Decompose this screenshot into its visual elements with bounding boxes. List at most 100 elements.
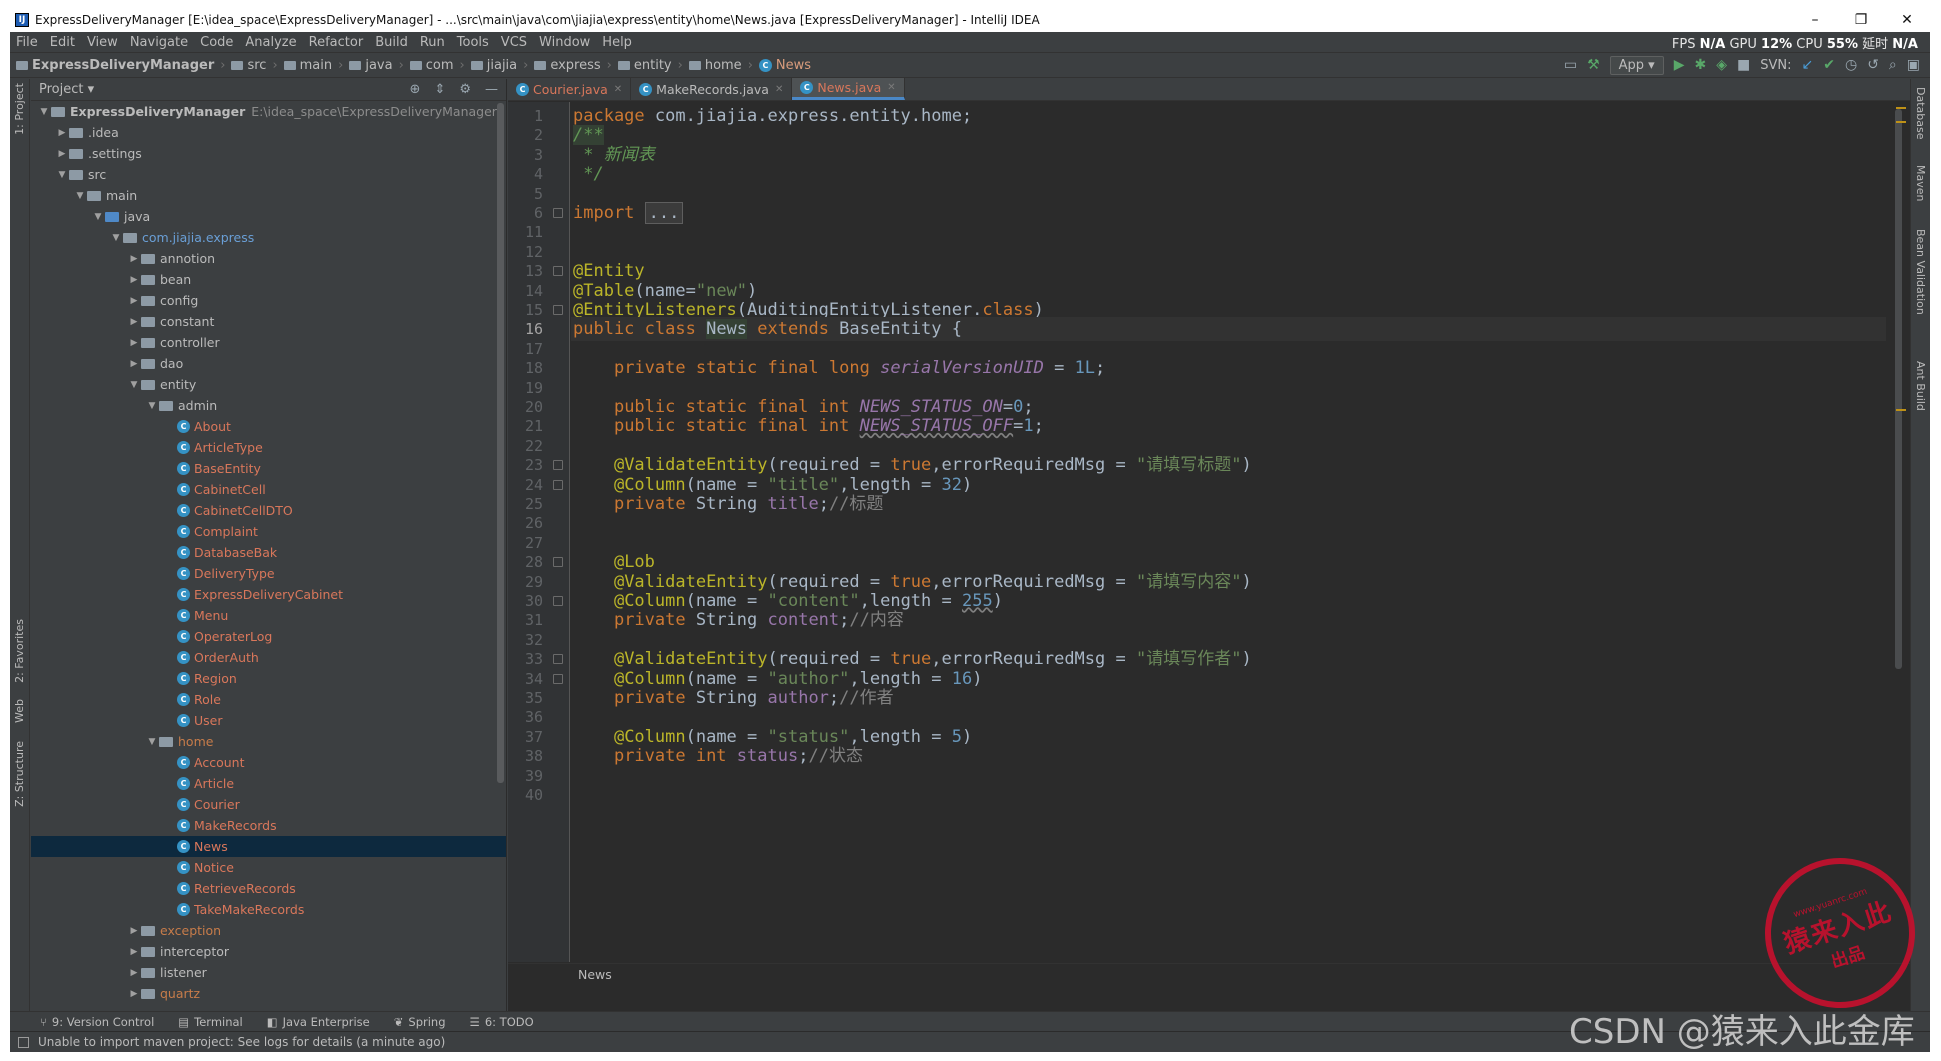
tree-folder-admin[interactable]: ▼ admin bbox=[31, 395, 506, 416]
expand-down-icon[interactable]: ▼ bbox=[127, 380, 141, 390]
tree-class-cabinetcelldto[interactable]: C CabinetCellDTO bbox=[31, 500, 506, 521]
tool-version-control[interactable]: ⑂ 9: Version Control bbox=[40, 1015, 154, 1029]
warning-marker[interactable] bbox=[1896, 409, 1906, 411]
tree-class-cabinetcell[interactable]: C CabinetCell bbox=[31, 479, 506, 500]
breadcrumb-com[interactable]: com › bbox=[409, 58, 465, 73]
menu-edit[interactable]: Edit bbox=[50, 35, 75, 50]
code-view[interactable]: package com.jiajia.express.entity.home; /… bbox=[571, 102, 1886, 962]
breadcrumb-entity[interactable]: entity › bbox=[617, 58, 683, 73]
project-scrollbar[interactable] bbox=[497, 103, 504, 783]
menu-view[interactable]: View bbox=[87, 35, 118, 50]
tree-folder-listener[interactable]: ▶ listener bbox=[31, 962, 506, 983]
tree-class-region[interactable]: C Region bbox=[31, 668, 506, 689]
tool-ant-build[interactable]: Ant Build bbox=[1914, 361, 1927, 411]
fold-marker-icon[interactable] bbox=[553, 460, 563, 471]
tab-courier[interactable]: C Courier.java ✕ bbox=[508, 78, 632, 100]
tree-folder-expressdeliverymanager[interactable]: ▼ ExpressDeliveryManager E:\idea_space\Exp… bbox=[31, 101, 506, 122]
tree-class-retrieverecords[interactable]: C RetrieveRecords bbox=[31, 878, 506, 899]
warning-marker[interactable] bbox=[1896, 121, 1906, 123]
tree-folder--settings[interactable]: ▶ .settings bbox=[31, 143, 506, 164]
tree-folder-quartz[interactable]: ▶ quartz bbox=[31, 983, 506, 1004]
code-line[interactable] bbox=[571, 783, 1886, 807]
expand-right-icon[interactable]: ▶ bbox=[127, 968, 141, 978]
tree-class-article[interactable]: C Article bbox=[31, 773, 506, 794]
fold-marker-icon[interactable] bbox=[553, 673, 563, 684]
fold-marker-icon[interactable] bbox=[553, 557, 563, 568]
maximize-button[interactable]: ❐ bbox=[1838, 8, 1884, 32]
tree-class-expressdeliverycabinet[interactable]: C ExpressDeliveryCabinet bbox=[31, 584, 506, 605]
svn-commit-icon[interactable]: ✔ bbox=[1823, 57, 1835, 73]
tree-class-account[interactable]: C Account bbox=[31, 752, 506, 773]
svn-update-icon[interactable]: ↙ bbox=[1802, 57, 1814, 73]
menu-help[interactable]: Help bbox=[602, 35, 632, 50]
expand-right-icon[interactable]: ▶ bbox=[55, 149, 69, 159]
editor-scrollbar[interactable] bbox=[1895, 109, 1902, 669]
tab-makerecords[interactable]: C MakeRecords.java ✕ bbox=[631, 78, 793, 100]
fold-marker-icon[interactable] bbox=[553, 654, 563, 665]
tab-news[interactable]: C News.java ✕ bbox=[792, 78, 905, 100]
tool-bean-validation[interactable]: Bean Validation bbox=[1914, 229, 1927, 315]
tree-class-menu[interactable]: C Menu bbox=[31, 605, 506, 626]
tool-todo[interactable]: ☰ 6: TODO bbox=[470, 1015, 534, 1029]
expand-right-icon[interactable]: ▶ bbox=[127, 275, 141, 285]
tree-folder-constant[interactable]: ▶ constant bbox=[31, 311, 506, 332]
toggle-panels-icon[interactable] bbox=[18, 1036, 29, 1048]
menu-navigate[interactable]: Navigate bbox=[130, 35, 188, 50]
breadcrumb-jiajia[interactable]: jiajia › bbox=[470, 58, 528, 73]
menu-window[interactable]: Window bbox=[539, 35, 590, 50]
tree-class-takemakerecords[interactable]: C TakeMakeRecords bbox=[31, 899, 506, 920]
tree-class-baseentity[interactable]: C BaseEntity bbox=[31, 458, 506, 479]
debug-icon[interactable]: ✱ bbox=[1695, 57, 1707, 73]
build-hammer-icon[interactable]: ⚒ bbox=[1587, 57, 1600, 73]
tree-class-articletype[interactable]: C ArticleType bbox=[31, 437, 506, 458]
tree-class-notice[interactable]: C Notice bbox=[31, 857, 506, 878]
tree-folder-src[interactable]: ▼ src bbox=[31, 164, 506, 185]
expand-down-icon[interactable]: ▼ bbox=[91, 212, 105, 222]
stop-icon[interactable]: ■ bbox=[1737, 57, 1750, 73]
menu-analyze[interactable]: Analyze bbox=[245, 35, 296, 50]
expand-down-icon[interactable]: ▼ bbox=[37, 107, 51, 117]
tree-class-orderauth[interactable]: C OrderAuth bbox=[31, 647, 506, 668]
tree-folder-main[interactable]: ▼ main bbox=[31, 185, 506, 206]
expand-right-icon[interactable]: ▶ bbox=[127, 317, 141, 327]
tree-class-operaterlog[interactable]: C OperaterLog bbox=[31, 626, 506, 647]
close-tab-icon[interactable]: ✕ bbox=[887, 82, 895, 93]
layout-icon[interactable]: ▭ bbox=[1564, 57, 1577, 73]
breadcrumb-src[interactable]: src › bbox=[231, 58, 278, 73]
tree-folder-exception[interactable]: ▶ exception bbox=[31, 920, 506, 941]
menu-vcs[interactable]: VCS bbox=[501, 35, 527, 50]
tool-web[interactable]: Web bbox=[13, 699, 26, 723]
tree-folder-interceptor[interactable]: ▶ interceptor bbox=[31, 941, 506, 962]
menu-build[interactable]: Build bbox=[375, 35, 408, 50]
expand-right-icon[interactable]: ▶ bbox=[55, 128, 69, 138]
tree-folder-annotion[interactable]: ▶ annotion bbox=[31, 248, 506, 269]
expand-down-icon[interactable]: ▼ bbox=[55, 170, 69, 180]
tree-class-makerecords[interactable]: C MakeRecords bbox=[31, 815, 506, 836]
tool-maven[interactable]: Maven bbox=[1914, 165, 1927, 201]
tree-folder-home[interactable]: ▼ home bbox=[31, 731, 506, 752]
tree-class-databasebak[interactable]: C DatabaseBak bbox=[31, 542, 506, 563]
run-icon[interactable]: ▶ bbox=[1674, 57, 1685, 73]
fold-marker-icon[interactable] bbox=[553, 305, 563, 315]
run-config-select[interactable]: App ▾ bbox=[1609, 55, 1664, 75]
expand-right-icon[interactable]: ▶ bbox=[127, 338, 141, 348]
fold-marker-icon[interactable] bbox=[553, 596, 563, 606]
fold-marker-icon[interactable] bbox=[553, 479, 563, 490]
history-icon[interactable]: ◷ bbox=[1845, 57, 1857, 73]
locate-icon[interactable]: ⊕ bbox=[410, 82, 421, 97]
breadcrumb-news[interactable]: C News bbox=[758, 58, 811, 73]
breadcrumb-main[interactable]: main › bbox=[283, 58, 343, 73]
expand-right-icon[interactable]: ▶ bbox=[127, 947, 141, 957]
expand-down-icon[interactable]: ▼ bbox=[145, 401, 159, 411]
status-message[interactable]: Unable to import maven project: See logs… bbox=[38, 1035, 445, 1049]
close-tab-icon[interactable]: ✕ bbox=[614, 84, 622, 95]
close-tab-icon[interactable]: ✕ bbox=[775, 84, 783, 95]
breadcrumb-home[interactable]: home › bbox=[688, 58, 753, 73]
search-icon[interactable]: ⌕ bbox=[1889, 57, 1897, 73]
fold-marker-icon[interactable] bbox=[553, 208, 563, 218]
fold-marker-icon[interactable] bbox=[553, 266, 563, 277]
tool-project[interactable]: 1: Project bbox=[13, 83, 26, 135]
breadcrumb-express[interactable]: express › bbox=[534, 58, 612, 73]
breadcrumb-module[interactable]: ExpressDeliveryManager › bbox=[16, 58, 225, 73]
expand-right-icon[interactable]: ▶ bbox=[127, 254, 141, 264]
